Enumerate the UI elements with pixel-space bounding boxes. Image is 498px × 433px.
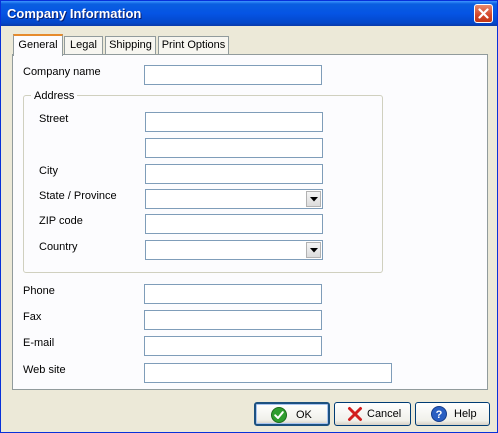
window-title: Company Information: [7, 6, 142, 21]
tab-print-options-label: Print Options: [161, 39, 226, 51]
chevron-down-icon: [310, 197, 318, 202]
state-province-label: State / Province: [39, 190, 117, 202]
cancel-x-icon: [348, 407, 362, 421]
state-province-select[interactable]: [145, 189, 323, 209]
help-button[interactable]: ? Help: [415, 402, 490, 426]
country-dropdown-button[interactable]: [306, 242, 321, 258]
city-label: City: [39, 165, 58, 177]
web-site-field[interactable]: [144, 363, 392, 383]
cancel-label: Cancel: [367, 408, 402, 420]
street-line2-field[interactable]: [145, 138, 323, 158]
street-line1-field[interactable]: [145, 112, 323, 132]
company-name-field[interactable]: [144, 65, 322, 85]
chevron-down-icon: [310, 248, 318, 253]
tab-shipping[interactable]: Shipping: [105, 36, 156, 54]
help-icon: ?: [431, 406, 447, 422]
checkmark-icon: [271, 407, 287, 423]
title-bar[interactable]: Company Information: [1, 1, 497, 26]
svg-text:?: ?: [436, 409, 443, 421]
city-field[interactable]: [145, 164, 323, 184]
tab-legal-label: Legal: [70, 39, 97, 51]
address-group-label: Address: [31, 90, 78, 102]
tab-print-options[interactable]: Print Options: [158, 36, 229, 54]
help-label: Help: [454, 408, 477, 420]
cancel-button[interactable]: Cancel: [334, 402, 411, 426]
company-name-label: Company name: [23, 66, 101, 78]
ok-button[interactable]: OK: [254, 402, 330, 426]
company-information-dialog: Company Information General Legal Shippi…: [0, 0, 498, 433]
street-label: Street: [39, 113, 69, 125]
state-dropdown-button[interactable]: [306, 191, 321, 207]
tab-shipping-label: Shipping: [109, 39, 152, 51]
tab-general[interactable]: General: [13, 34, 63, 56]
fax-label: Fax: [23, 311, 42, 323]
country-label: Country: [39, 241, 78, 253]
close-button[interactable]: [474, 4, 493, 23]
ok-label: OK: [296, 409, 312, 421]
phone-field[interactable]: [144, 284, 322, 304]
close-icon: [478, 8, 489, 19]
phone-label: Phone: [23, 285, 55, 297]
tab-general-label: General: [18, 39, 58, 51]
email-label: E-mail: [23, 337, 55, 349]
zip-code-label: ZIP code: [39, 215, 83, 227]
tab-legal[interactable]: Legal: [64, 36, 103, 54]
email-field[interactable]: [144, 336, 322, 356]
zip-code-field[interactable]: [145, 214, 323, 234]
country-select[interactable]: [145, 240, 323, 260]
web-site-label: Web site: [23, 364, 66, 376]
fax-field[interactable]: [144, 310, 322, 330]
